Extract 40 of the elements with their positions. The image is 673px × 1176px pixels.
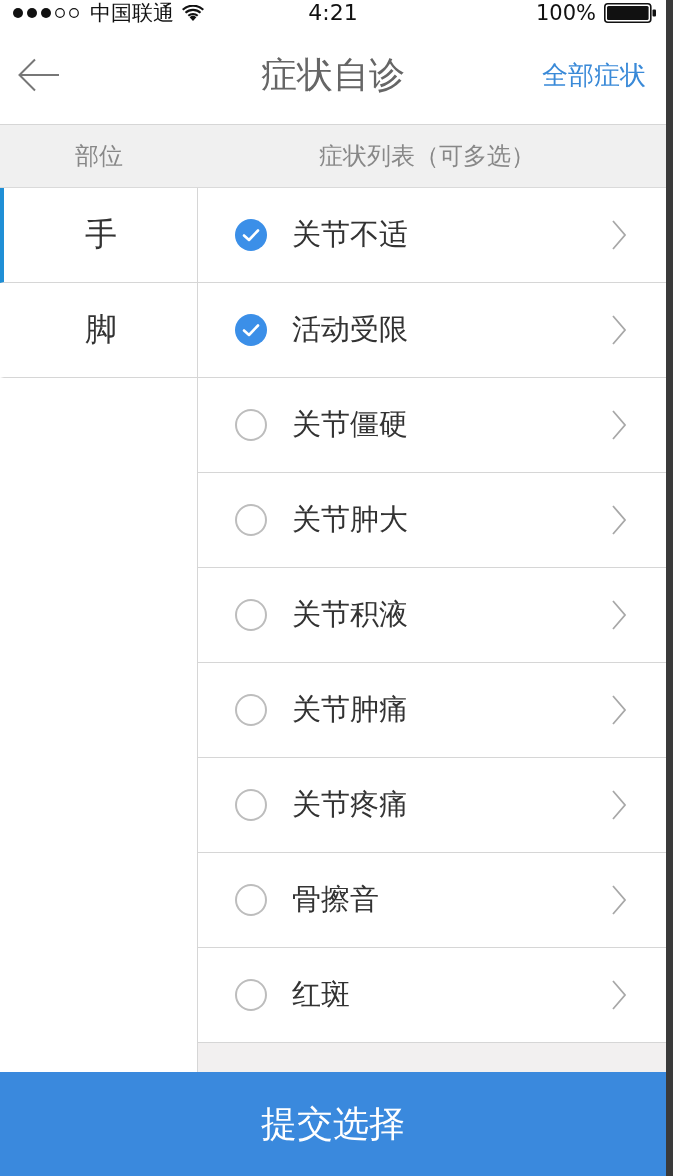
chevron-right-icon	[612, 885, 626, 915]
page-title: 症状自诊	[261, 52, 405, 97]
symptom-label: 骨擦音	[292, 881, 379, 918]
symptom-label: 关节疼痛	[292, 786, 408, 823]
symptom-label: 活动受限	[292, 311, 408, 348]
chevron-right-icon	[612, 695, 626, 725]
all-symptoms-link[interactable]: 全部症状	[542, 57, 646, 93]
symptom-label: 关节僵硬	[292, 406, 408, 443]
chevron-right-icon	[612, 410, 626, 440]
submit-button[interactable]: 提交选择	[0, 1072, 666, 1176]
symptom-label: 红斑	[292, 976, 350, 1013]
empty-circle-icon[interactable]	[235, 789, 267, 821]
battery-icon	[604, 3, 656, 23]
carrier-name: 中国联通	[90, 1, 174, 25]
checked-circle-icon[interactable]	[235, 219, 267, 251]
signal-strength-icon	[12, 7, 82, 19]
symptom-label: 关节不适	[292, 216, 408, 253]
empty-circle-icon[interactable]	[235, 409, 267, 441]
chevron-right-icon	[612, 220, 626, 250]
column-heading: 部位	[74, 142, 123, 170]
symptom-label: 关节积液	[292, 596, 408, 633]
body-part-tab[interactable]: 手	[0, 188, 197, 283]
chevron-right-icon	[612, 980, 626, 1010]
symptom-label: 关节肿痛	[292, 691, 408, 728]
empty-circle-icon[interactable]	[235, 504, 267, 536]
back-arrow-icon[interactable]	[18, 58, 60, 92]
column-heading: 症状列表（可多选）	[318, 142, 535, 170]
empty-circle-icon[interactable]	[235, 884, 267, 916]
symptom-label: 关节肿大	[292, 501, 408, 538]
chevron-right-icon	[612, 315, 626, 345]
chevron-right-icon	[612, 790, 626, 820]
checked-circle-icon[interactable]	[235, 314, 267, 346]
empty-circle-icon[interactable]	[235, 599, 267, 631]
status-time: 4:21	[308, 1, 358, 25]
battery-percent: 100%	[535, 1, 596, 25]
empty-circle-icon[interactable]	[235, 979, 267, 1011]
chevron-right-icon	[612, 600, 626, 630]
empty-circle-icon[interactable]	[235, 694, 267, 726]
chevron-right-icon	[612, 505, 626, 535]
wifi-icon	[182, 5, 204, 21]
